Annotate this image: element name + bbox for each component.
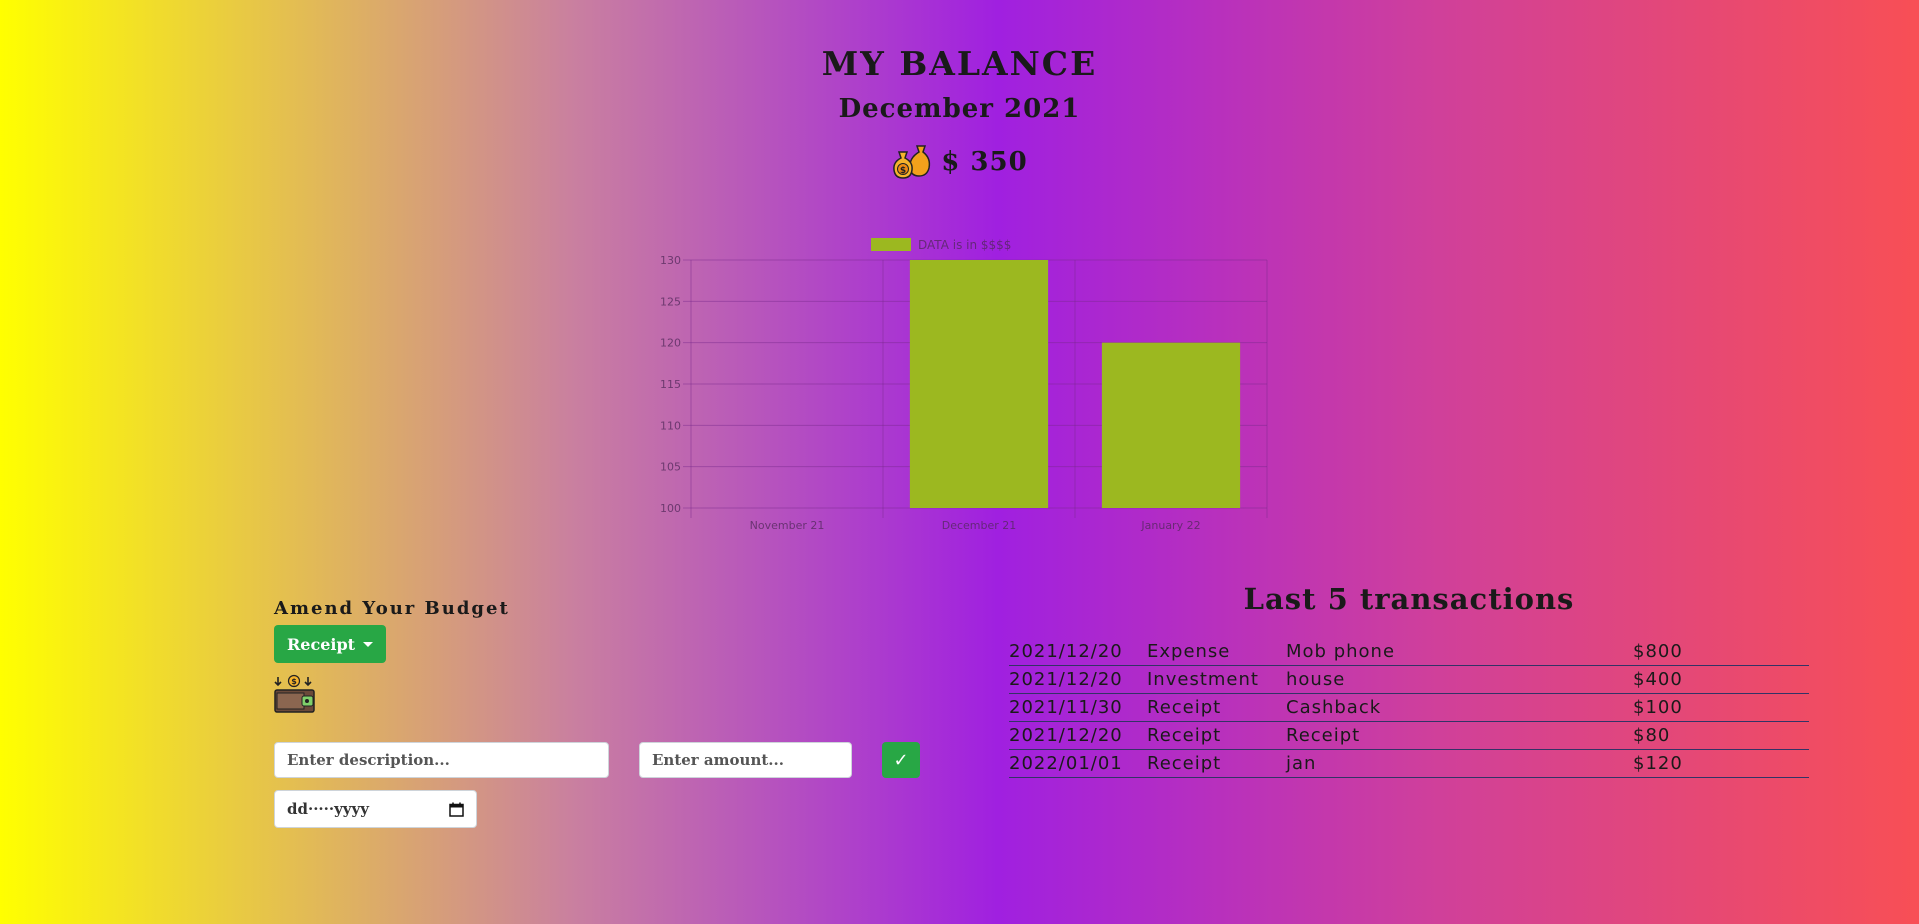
table-row: 2021/12/20 Expense Mob phone $800 xyxy=(1009,638,1809,666)
wallet-icon: $ xyxy=(274,673,510,719)
y-tick-label: 105 xyxy=(660,461,681,474)
tx-amount: $100 xyxy=(1633,693,1809,722)
amend-form-row: ✓ xyxy=(274,742,920,778)
table-row: 2021/12/20 Investment house $400 xyxy=(1009,665,1809,694)
money-bags-icon: $ xyxy=(891,140,933,184)
x-tick-label: December 21 xyxy=(942,519,1017,532)
tx-amount: $120 xyxy=(1633,749,1809,778)
y-tick-label: 130 xyxy=(660,254,681,267)
description-input[interactable] xyxy=(274,742,609,778)
amend-title: Amend Your Budget xyxy=(274,598,510,619)
dropdown-selected-label: Receipt xyxy=(287,634,356,654)
legend-swatch xyxy=(871,238,911,251)
tx-amount: $400 xyxy=(1633,665,1809,694)
tx-description: Mob phone xyxy=(1286,638,1633,666)
tx-date: 2021/11/30 xyxy=(1009,693,1147,722)
date-input[interactable]: dd·····yyyy xyxy=(274,790,477,828)
submit-button[interactable]: ✓ xyxy=(882,742,920,778)
chart-bar xyxy=(909,260,1049,508)
table-row: 2022/01/01 Receipt jan $120 xyxy=(1009,749,1809,778)
balance-row: $ $ 350 xyxy=(0,140,1919,184)
tx-amount: $80 xyxy=(1633,721,1809,750)
month-title: December 2021 xyxy=(838,94,1081,124)
table-row: 2021/11/30 Receipt Cashback $100 xyxy=(1009,693,1809,722)
transactions-section: Last 5 transactions 2021/12/20 Expense M… xyxy=(1009,582,1809,778)
svg-text:$: $ xyxy=(900,166,906,176)
tx-type: Receipt xyxy=(1147,721,1286,750)
chevron-down-icon xyxy=(363,641,374,647)
tx-date: 2022/01/01 xyxy=(1009,749,1147,778)
x-tick-label: January 22 xyxy=(1140,519,1200,532)
tx-type: Expense xyxy=(1147,638,1286,666)
transactions-title: Last 5 transactions xyxy=(1243,582,1575,616)
y-tick-label: 110 xyxy=(660,419,681,432)
balance-chart: 100 105 110 115 120 125 130 November 21 December… xyxy=(640,232,1280,537)
chart-svg: 100 105 110 115 120 125 130 November 21 December… xyxy=(660,238,1268,532)
transactions-table: 2021/12/20 Expense Mob phone $800 2021/1… xyxy=(1009,638,1809,778)
y-tick-label: 100 xyxy=(660,502,681,515)
tx-description: Receipt xyxy=(1286,721,1633,750)
table-row: 2021/12/20 Receipt Receipt $80 xyxy=(1009,721,1809,750)
y-tick-label: 125 xyxy=(660,295,681,308)
amend-section: Amend Your Budget Receipt $ xyxy=(274,598,510,719)
page-title: MY BALANCE xyxy=(821,44,1098,83)
x-tick-label: November 21 xyxy=(750,519,825,532)
date-placeholder: dd·····yyyy xyxy=(287,800,369,818)
transaction-type-dropdown[interactable]: Receipt xyxy=(274,625,387,663)
tx-type: Investment xyxy=(1147,665,1286,694)
tx-date: 2021/12/20 xyxy=(1009,721,1147,750)
balance-value: $ 350 xyxy=(941,147,1028,177)
calendar-icon[interactable] xyxy=(449,802,464,817)
tx-type: Receipt xyxy=(1147,693,1286,722)
tx-description: Cashback xyxy=(1286,693,1633,722)
tx-description: house xyxy=(1286,665,1633,694)
legend-label: DATA is in $$$$ xyxy=(918,238,1011,252)
tx-amount: $800 xyxy=(1633,638,1809,666)
amount-input[interactable] xyxy=(639,742,852,778)
y-tick-label: 115 xyxy=(660,378,681,391)
chart-bar xyxy=(1101,342,1241,508)
tx-description: jan xyxy=(1286,749,1633,778)
tx-date: 2021/12/20 xyxy=(1009,638,1147,666)
y-tick-label: 120 xyxy=(660,337,681,350)
svg-text:$: $ xyxy=(291,677,297,686)
tx-date: 2021/12/20 xyxy=(1009,665,1147,694)
tx-type: Receipt xyxy=(1147,749,1286,778)
